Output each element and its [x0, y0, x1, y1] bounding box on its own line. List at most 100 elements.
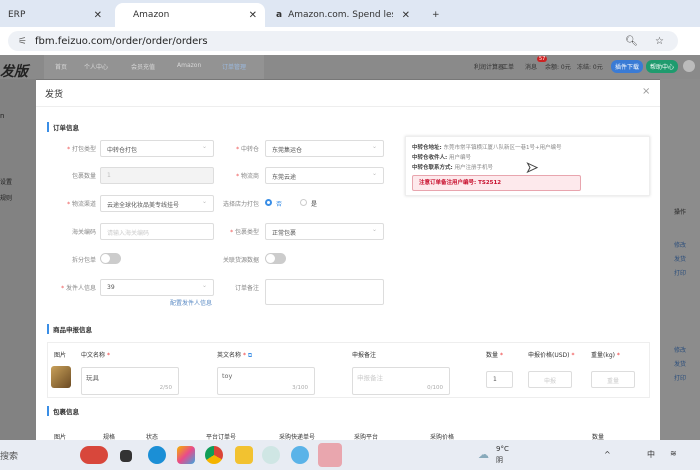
wifi-icon[interactable]: ≋ — [670, 449, 677, 458]
quantity-input[interactable]: 1 — [486, 371, 513, 388]
site-info-icon[interactable]: ⚟ — [18, 36, 27, 47]
logo: 发版 — [0, 64, 28, 80]
close-icon[interactable]: ✕ — [402, 10, 410, 21]
wechat-icon[interactable] — [318, 443, 342, 467]
info-label: 中转仓联系方式: — [412, 165, 453, 171]
url-input[interactable]: ⚟ fbm.feizuo.com/order/order/orders 🔍︎ ☆ — [8, 31, 678, 51]
tab-amazon-com[interactable]: aAmazon.com. Spend less. Sm✕ — [268, 3, 418, 27]
char-count: 3/100 — [292, 385, 308, 391]
plugin-download-button[interactable]: 插件下载 — [611, 60, 644, 73]
char-count: 2/50 — [159, 385, 172, 391]
english-name-input[interactable]: toy 3/100 — [217, 367, 315, 395]
translate-icon[interactable]: ⧉ — [248, 352, 252, 359]
radio-yes-label: 是 — [311, 201, 318, 208]
ops-header: 操作 — [674, 209, 687, 216]
field-label: 打包类型 — [36, 144, 96, 153]
input-value: 玩具 — [86, 374, 99, 382]
sidebar-item-settings[interactable]: 设置 — [0, 177, 12, 186]
print-link[interactable]: 打印 — [674, 373, 686, 382]
taskbar-search[interactable]: 搜索 — [0, 449, 18, 462]
column-header: 重量(kg) * — [591, 352, 620, 359]
edge-icon[interactable] — [148, 446, 166, 464]
chinese-name-input[interactable]: 玩具 2/50 — [81, 367, 179, 395]
column-header: 英文名称 * ⧉ — [217, 352, 253, 359]
edit-link[interactable]: 修改 — [674, 240, 686, 249]
message-link[interactable]: 消息 — [525, 62, 537, 71]
field-label: 海关编码 — [71, 229, 96, 236]
mouse-cursor-icon: ➤ — [526, 160, 539, 177]
app-icon[interactable] — [262, 446, 280, 464]
avatar[interactable] — [683, 60, 695, 72]
zoom-icon[interactable]: 🔍︎ — [625, 36, 638, 47]
ticket-link[interactable]: 工单 — [502, 62, 514, 71]
field-label: 发件人信息 — [36, 283, 96, 292]
background-table: 操作 修改 发货 打印 修改 发货 打印 — [660, 79, 700, 440]
nav-recharge[interactable]: 会员充值 — [131, 62, 155, 71]
nav-amazon[interactable]: Amazon — [177, 62, 201, 69]
amazon-icon: a — [276, 10, 283, 20]
warehouse-select[interactable]: 东莞集运仓 — [265, 140, 384, 157]
store-icon[interactable] — [177, 446, 195, 464]
ime-indicator[interactable]: 中 — [647, 449, 655, 460]
price-input[interactable]: 申报 — [528, 371, 572, 388]
split-toggle[interactable] — [100, 253, 121, 264]
profit-calculator-link[interactable]: 利润计算器 — [474, 62, 504, 71]
ship-link[interactable]: 发货 — [674, 359, 686, 368]
configure-sender-link[interactable]: 配置发件人信息 — [170, 298, 212, 307]
section-title: 包裹信息 — [47, 406, 79, 416]
chrome-icon[interactable] — [205, 446, 223, 464]
close-button[interactable]: × — [642, 86, 650, 97]
sidebar-item-rules[interactable]: 规则 — [0, 193, 12, 202]
close-icon[interactable]: ✕ — [249, 10, 257, 21]
field-label: 关联货源数据 — [222, 257, 259, 264]
dialog-title: 发货 — [45, 90, 64, 100]
parcel-type-select[interactable]: 正常包裹 — [265, 223, 384, 240]
warehouse-contact: 用户注册手机号 — [454, 165, 493, 171]
tab-erp[interactable]: ERP ✕ — [0, 3, 110, 27]
close-icon[interactable]: ✕ — [94, 10, 102, 21]
warehouse-recipient: 用户编号 — [448, 155, 471, 161]
nav-home[interactable]: 首页 — [55, 62, 67, 71]
edit-link[interactable]: 修改 — [674, 345, 686, 354]
balance: 余额: 0元 — [545, 64, 571, 71]
chat-icon[interactable] — [291, 446, 309, 464]
tab-amazon[interactable]: Amazon ✕ — [115, 3, 265, 27]
file-explorer-icon[interactable] — [235, 446, 253, 464]
print-link[interactable]: 打印 — [674, 268, 686, 277]
nav-orders[interactable]: 订单管理 — [222, 62, 246, 71]
field-label: 拆分包单 — [71, 257, 96, 264]
sidebar-item[interactable]: n — [0, 112, 4, 120]
weather-condition[interactable]: 阴 — [496, 455, 503, 465]
package-count-input[interactable]: 1 — [100, 167, 214, 184]
new-tab-button[interactable]: + — [424, 3, 448, 27]
sidebar: n 设置 规则 — [0, 79, 36, 440]
logistics-select[interactable]: 东莞云途 — [265, 167, 384, 184]
ship-link[interactable]: 发货 — [674, 254, 686, 263]
pack-type-select[interactable]: 中转仓打包 — [100, 140, 214, 157]
declare-remark-input[interactable]: 申报备注 0/100 — [352, 367, 450, 395]
star-icon[interactable]: ☆ — [655, 36, 664, 47]
char-count: 0/100 — [427, 385, 443, 391]
app-header: 发版 首页 个人中心 会员充值 Amazon 订单管理 利润计算器 工单 消息 … — [0, 55, 700, 80]
sender-select[interactable]: 39 — [100, 279, 214, 296]
frozen-balance: 冻结: 0元 — [577, 64, 603, 71]
field-label: 包裹类型 — [199, 227, 259, 236]
section-title: 商品申报信息 — [47, 324, 92, 334]
column-header: 图片 — [54, 352, 67, 359]
nav-personal[interactable]: 个人中心 — [84, 62, 108, 71]
browser-tab-bar: ERP✕ Amazon✕ aAmazon.com. Spend less. Sm… — [0, 0, 700, 27]
chevron-up-icon[interactable]: ^ — [604, 450, 611, 459]
radio-no[interactable] — [265, 199, 272, 206]
widget-icon[interactable] — [80, 446, 108, 464]
order-remark-textarea[interactable] — [265, 279, 384, 305]
weight-input[interactable]: 重量 — [591, 371, 635, 388]
input-value: toy — [222, 372, 233, 380]
task-view-icon[interactable] — [120, 450, 132, 462]
radio-yes[interactable] — [300, 199, 307, 206]
link-source-toggle[interactable] — [265, 253, 286, 264]
help-center-button[interactable]: 帮助中心 — [646, 60, 679, 73]
customs-code-input[interactable]: 请输入海关编码 — [100, 223, 214, 240]
weather-temp[interactable]: 9°C — [496, 445, 509, 453]
channel-select[interactable]: 云途全球化妆品美专线挂号 — [100, 195, 214, 212]
section-title: 订单信息 — [47, 122, 79, 132]
